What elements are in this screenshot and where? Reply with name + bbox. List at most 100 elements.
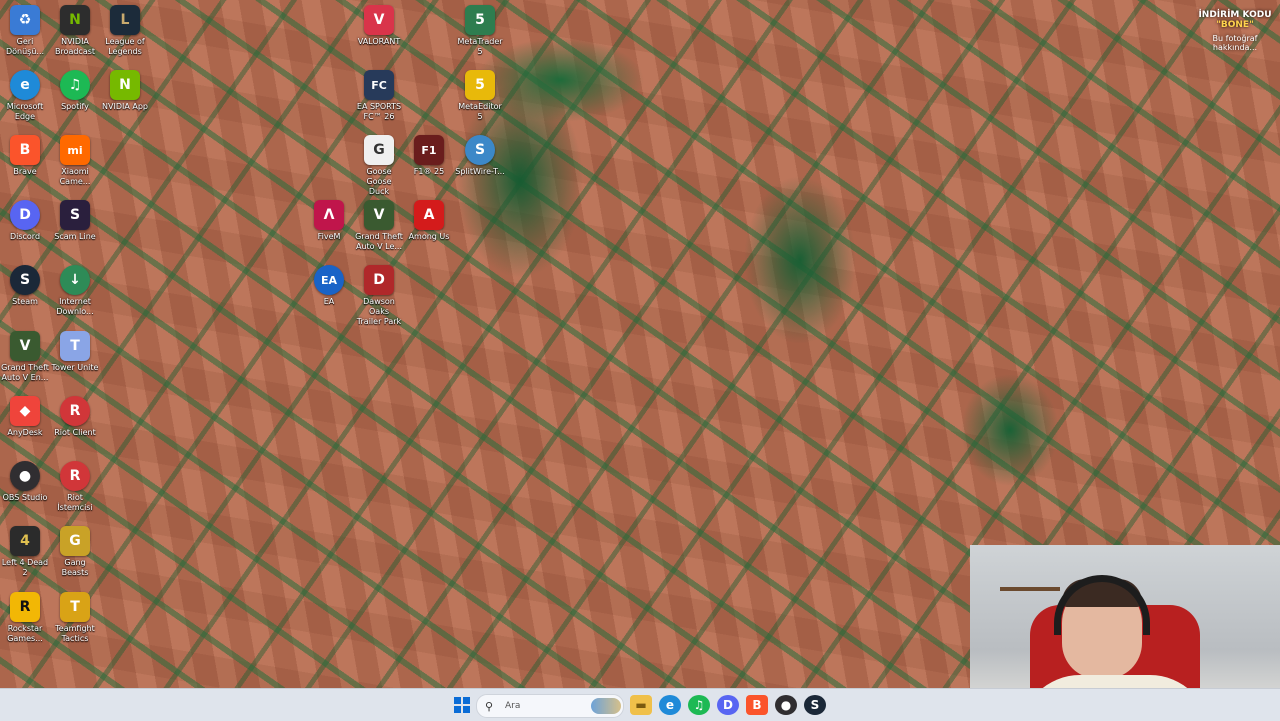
- desktop-icon-goose-goose-duck[interactable]: G Goose Goose Duck: [354, 132, 404, 197]
- desktop-icon-f1-25[interactable]: F1 F1® 25: [404, 132, 454, 177]
- taskbar-brave[interactable]: B: [746, 695, 768, 715]
- desktop-icon-steam[interactable]: S Steam: [0, 262, 50, 307]
- metaeditor-icon: 5: [465, 70, 495, 100]
- icon-label: EA: [323, 297, 335, 306]
- icon-label: Xiaomi Came...: [59, 167, 91, 186]
- desktop-icon-obs-studio[interactable]: ● OBS Studio: [0, 458, 50, 503]
- shelf: [1000, 587, 1060, 591]
- desktop-icon-riot-client[interactable]: R Riot Client: [50, 393, 100, 438]
- icon-label: Microsoft Edge: [6, 102, 44, 121]
- fivem-icon: Λ: [314, 200, 344, 230]
- taskbar: ⚲ Ara ▬ e ♫ D B ● S: [0, 688, 1280, 721]
- obs-icon: ●: [10, 461, 40, 491]
- icon-label: Scam Line: [54, 232, 96, 241]
- tower-unite-icon: T: [60, 331, 90, 361]
- icon-label: Among Us: [408, 232, 450, 241]
- desktop-icon-brave[interactable]: B Brave: [0, 132, 50, 177]
- icon-label: Tower Unite: [51, 363, 99, 372]
- league-of-legends-icon: L: [110, 5, 140, 35]
- taskbar-steam[interactable]: S: [804, 695, 826, 715]
- icon-label: Left 4 Dead 2: [1, 558, 49, 577]
- scam-line-icon: S: [60, 200, 90, 230]
- desktop-icon-gta-v-enhanced[interactable]: V Grand Theft Auto V En...: [0, 328, 50, 383]
- f1-icon: F1: [414, 135, 444, 165]
- discord-icon: D: [723, 698, 733, 712]
- promo-line-4[interactable]: hakkında...: [1190, 43, 1280, 52]
- edge-icon: e: [665, 698, 675, 712]
- desktop-icon-riot-istemcisi[interactable]: R Riot İstemcisi: [50, 458, 100, 513]
- discord-icon: D: [10, 200, 40, 230]
- spotify-icon: ♫: [693, 698, 705, 712]
- icon-label: Teamfight Tactics: [55, 624, 95, 643]
- desktop-icon-dawson-oaks[interactable]: D Dawson Oaks Trailer Park: [354, 262, 404, 327]
- promo-line-1: İNDİRİM KODU: [1198, 10, 1272, 20]
- desktop-icon-gang-beasts[interactable]: G Gang Beasts: [50, 523, 100, 578]
- desktop-icon-microsoft-edge[interactable]: e Microsoft Edge: [0, 67, 50, 122]
- icon-label: EA SPORTS FC™ 26: [356, 102, 402, 121]
- desktop-icon-league-of-legends[interactable]: L League of Legends: [100, 2, 150, 57]
- nvidia-broadcast-icon: N: [60, 5, 90, 35]
- desktop-icon-teamfight-tactics[interactable]: T Teamfight Tactics: [50, 589, 100, 644]
- desktop-icon-ea-sports-fc[interactable]: FC EA SPORTS FC™ 26: [354, 67, 404, 122]
- xiaomi-icon: mi: [60, 135, 90, 165]
- promo-overlay: İNDİRİM KODU "BONE" Bu fotoğraf hakkında…: [1190, 10, 1280, 52]
- desktop-icon-splitwire[interactable]: S SplitWire-T...: [455, 132, 505, 177]
- taskbar-obs[interactable]: ●: [775, 695, 797, 715]
- icon-label: FiveM: [317, 232, 341, 241]
- icon-label: Grand Theft Auto V En...: [1, 363, 49, 382]
- promo-line-3[interactable]: Bu fotoğraf: [1190, 34, 1280, 43]
- icon-label: Spotify: [61, 102, 89, 111]
- goose-icon: G: [364, 135, 394, 165]
- taskbar-discord[interactable]: D: [717, 695, 739, 715]
- desktop-icon-xiaomi-camera[interactable]: mi Xiaomi Came...: [50, 132, 100, 187]
- desktop-icon-anydesk[interactable]: ◆ AnyDesk: [0, 393, 50, 438]
- taskbar-spotify[interactable]: ♫: [688, 695, 710, 715]
- icon-label: Internet Downlo...: [56, 297, 94, 316]
- steam-icon: S: [10, 265, 40, 295]
- brave-icon: B: [10, 135, 40, 165]
- desktop-icon-ea[interactable]: EA EA: [304, 262, 354, 307]
- edge-icon: e: [10, 70, 40, 100]
- desktop-icon-discord[interactable]: D Discord: [0, 197, 50, 242]
- desktop-icon-internet-download-manager[interactable]: ↓ Internet Downlo...: [50, 262, 100, 317]
- teamfight-tactics-icon: T: [60, 592, 90, 622]
- icon-label: NVIDIA App: [102, 102, 148, 111]
- icon-label: OBS Studio: [2, 493, 48, 502]
- desktop-icon-rockstar-games[interactable]: R Rockstar Games...: [0, 589, 50, 644]
- among-us-icon: A: [414, 200, 444, 230]
- desktop-icon-metatrader-5[interactable]: 5 MetaTrader 5: [455, 2, 505, 57]
- icon-label: F1® 25: [413, 167, 445, 176]
- rockstar-icon: R: [10, 592, 40, 622]
- icon-label: NVIDIA Broadcast: [54, 37, 96, 56]
- desktop-icon-nvidia-app[interactable]: N NVIDIA App: [100, 67, 150, 112]
- desktop-icon-valorant[interactable]: V VALORANT: [354, 2, 404, 47]
- icon-label: Goose Goose Duck: [366, 167, 392, 196]
- idm-icon: ↓: [60, 265, 90, 295]
- start-button[interactable]: [451, 695, 473, 715]
- desktop-icon-tower-unite[interactable]: T Tower Unite: [50, 328, 100, 373]
- desktop-icon-scam-line[interactable]: S Scam Line: [50, 197, 100, 242]
- ea-sports-fc-icon: FC: [364, 70, 394, 100]
- search-placeholder: Ara: [505, 701, 521, 711]
- desktop-icon-spotify[interactable]: ♫ Spotify: [50, 67, 100, 112]
- desktop-icon-among-us[interactable]: A Among Us: [404, 197, 454, 242]
- obs-icon: ●: [780, 698, 792, 712]
- desktop-icon-left-4-dead-2[interactable]: 4 Left 4 Dead 2: [0, 523, 50, 578]
- ea-icon: EA: [314, 265, 344, 295]
- desktop-icon-nvidia-broadcast[interactable]: N NVIDIA Broadcast: [50, 2, 100, 57]
- valorant-icon: V: [364, 5, 394, 35]
- desktop-icon-gta-v-legacy[interactable]: V Grand Theft Auto V Le...: [354, 197, 404, 252]
- taskbar-file-explorer[interactable]: ▬: [630, 695, 652, 715]
- taskbar-search-box[interactable]: ⚲ Ara: [476, 694, 624, 718]
- anydesk-icon: ◆: [10, 396, 40, 426]
- icon-label: Riot Client: [54, 428, 96, 437]
- folder-icon: ▬: [635, 698, 647, 712]
- desktop-icon-metaeditor-5[interactable]: 5 MetaEditor 5: [455, 67, 505, 122]
- desktop-icon-fivem[interactable]: Λ FiveM: [304, 197, 354, 242]
- taskbar-edge[interactable]: e: [659, 695, 681, 715]
- icon-label: Grand Theft Auto V Le...: [355, 232, 403, 251]
- desktop-icon-recycle-bin[interactable]: ♻ Geri Dönüşü...: [0, 2, 50, 57]
- icon-label: Geri Dönüşü...: [5, 37, 45, 56]
- headphones: [1054, 575, 1150, 635]
- icon-label: SplitWire-T...: [455, 167, 505, 176]
